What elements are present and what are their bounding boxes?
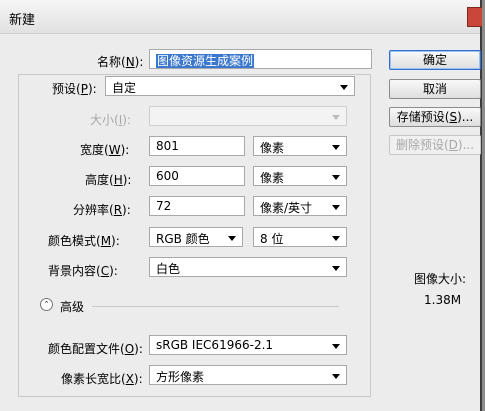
advanced-divider bbox=[92, 306, 339, 307]
name-input[interactable]: 图像资源生成案例 bbox=[149, 49, 372, 69]
chevron-down-icon bbox=[332, 266, 340, 271]
resolution-unit-dropdown[interactable]: 像素/英寸 bbox=[253, 196, 347, 216]
image-size-label: 图像大小: bbox=[414, 272, 467, 286]
background-label: 背景内容(C): bbox=[48, 264, 118, 278]
delete-preset-button[interactable]: 删除预设(D)... bbox=[389, 135, 481, 155]
chevron-down-icon bbox=[332, 205, 340, 210]
close-button[interactable] bbox=[467, 7, 482, 27]
width-label: 宽度(W): bbox=[80, 143, 130, 157]
name-input-value: 图像资源生成案例 bbox=[156, 54, 255, 68]
dialog-title: 新建 bbox=[9, 13, 36, 28]
chevron-down-icon bbox=[340, 85, 348, 90]
preset-dropdown[interactable]: 自定 bbox=[105, 76, 355, 96]
pixel-aspect-dropdown[interactable]: 方形像素 bbox=[149, 365, 347, 385]
resolution-label: 分辨率(R): bbox=[73, 203, 131, 217]
chevron-down-icon bbox=[228, 236, 236, 241]
pixel-aspect-value: 方形像素 bbox=[156, 370, 205, 384]
resolution-input[interactable]: 72 bbox=[149, 196, 245, 216]
collapse-advanced-icon[interactable]: ⌃ bbox=[40, 298, 53, 311]
chevron-down-icon bbox=[332, 175, 340, 180]
width-unit-dropdown[interactable]: 像素 bbox=[253, 136, 347, 156]
resolution-unit-value: 像素/英寸 bbox=[260, 201, 313, 215]
color-mode-dropdown[interactable]: RGB 颜色 bbox=[149, 227, 243, 247]
bit-depth-dropdown[interactable]: 8 位 bbox=[253, 227, 347, 247]
chevron-down-icon bbox=[332, 344, 340, 349]
cancel-button[interactable]: 取消 bbox=[389, 79, 481, 99]
image-size-value: 1.38M bbox=[424, 293, 462, 307]
save-preset-button[interactable]: 存储预设(S)... bbox=[389, 107, 481, 127]
width-unit-value: 像素 bbox=[260, 141, 285, 155]
height-label: 高度(H): bbox=[85, 173, 132, 187]
preset-value: 自定 bbox=[112, 81, 137, 95]
background-dropdown[interactable]: 白色 bbox=[149, 257, 347, 277]
width-input[interactable]: 801 bbox=[149, 136, 245, 156]
chevron-down-icon bbox=[332, 236, 340, 241]
size-dropdown[interactable] bbox=[149, 106, 347, 126]
preset-label: 预设(P): bbox=[52, 82, 97, 96]
height-unit-dropdown[interactable]: 像素 bbox=[253, 166, 347, 186]
height-unit-value: 像素 bbox=[260, 171, 285, 185]
new-document-dialog: 新建 名称(N): 图像资源生成案例 预设(P): 自定 大小(I): 宽度(W… bbox=[0, 0, 482, 411]
title-bar: 新建 bbox=[0, 0, 482, 34]
color-mode-label: 颜色模式(M): bbox=[48, 234, 120, 248]
pixel-aspect-label: 像素长宽比(X): bbox=[61, 372, 143, 386]
background-value: 白色 bbox=[156, 262, 181, 276]
chevron-down-icon bbox=[332, 374, 340, 379]
chevron-down-icon bbox=[332, 145, 340, 150]
advanced-label[interactable]: 高级 bbox=[60, 298, 84, 315]
color-mode-value: RGB 颜色 bbox=[156, 232, 210, 246]
color-profile-dropdown[interactable]: sRGB IEC61966-2.1 bbox=[149, 335, 347, 355]
ok-button[interactable]: 确定 bbox=[389, 50, 481, 70]
size-label: 大小(I): bbox=[90, 113, 131, 127]
bit-depth-value: 8 位 bbox=[260, 232, 284, 246]
chevron-down-icon bbox=[332, 115, 340, 120]
color-profile-value: sRGB IEC61966-2.1 bbox=[156, 338, 274, 352]
color-profile-label: 颜色配置文件(O): bbox=[48, 342, 143, 356]
name-label: 名称(N): bbox=[97, 55, 144, 69]
height-input[interactable]: 600 bbox=[149, 166, 245, 186]
